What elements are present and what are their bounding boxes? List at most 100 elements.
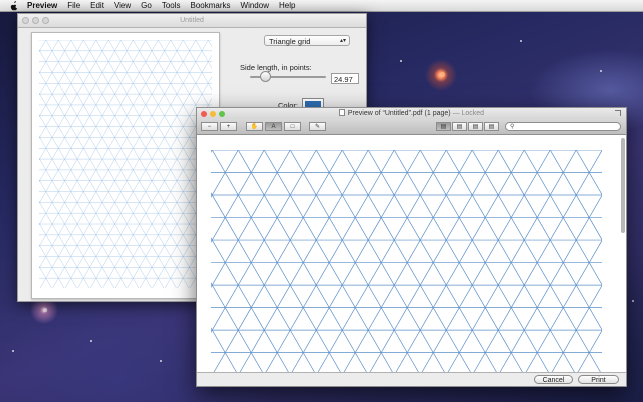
traffic-lights <box>22 17 49 24</box>
grid-line <box>237 150 368 373</box>
grid-line <box>39 265 52 288</box>
grid-line <box>471 150 602 373</box>
grid-line <box>343 150 473 373</box>
menu-bookmarks[interactable]: Bookmarks <box>191 1 231 10</box>
side-length-field[interactable]: 24.97 <box>331 73 359 84</box>
search-field[interactable]: ⚲ <box>505 122 621 131</box>
window-titlebar[interactable]: Untitled <box>18 14 366 28</box>
annotate-icon[interactable]: ✎ <box>309 122 326 131</box>
grid-line <box>39 200 90 288</box>
grid-line <box>523 150 602 286</box>
grid-line <box>39 71 165 288</box>
grid-line <box>445 150 576 373</box>
grid-line <box>265 150 395 373</box>
triangle-grid-page <box>211 150 602 373</box>
grid-type-select[interactable]: Triangle grid ▴▾ <box>264 35 350 46</box>
grid-line <box>211 282 264 373</box>
triangle-grid-lines <box>39 40 212 288</box>
grid-line <box>39 40 121 183</box>
star <box>160 360 162 362</box>
grid-line <box>525 239 602 373</box>
window-title: Preview of “Untitled”.pdf (1 page) <box>347 110 451 117</box>
menu-go[interactable]: Go <box>141 1 152 10</box>
grid-line <box>39 40 109 161</box>
menu-preview[interactable]: Preview <box>27 1 57 10</box>
window-titlebar[interactable]: Preview of “Untitled”.pdf (1 page) — Loc… <box>197 108 626 119</box>
grid-line <box>39 244 65 288</box>
toolbar: − + ✋ A □ ✎ ▤ ▤ ▤ ▤ ⚲ <box>197 119 626 135</box>
grid-line <box>211 327 238 373</box>
menu-tools[interactable]: Tools <box>162 1 181 10</box>
continuous-icon[interactable]: ▤ <box>468 122 483 131</box>
hand-tool-icon[interactable]: ✋ <box>246 122 263 131</box>
zoom-button[interactable] <box>219 111 225 117</box>
bottom-bar: Cancel Print <box>197 372 626 386</box>
star <box>400 60 402 62</box>
rect-select-icon[interactable]: □ <box>284 122 301 131</box>
grid-line <box>39 40 134 204</box>
grid-line <box>39 136 127 288</box>
locked-label: — Locked <box>452 110 485 117</box>
grid-line <box>317 150 447 373</box>
zoom-in-icon[interactable]: + <box>220 122 237 131</box>
single-page-icon[interactable]: ▤ <box>436 122 451 131</box>
grid-line <box>39 40 159 248</box>
star <box>520 40 522 42</box>
grid-line <box>315 150 446 373</box>
grid-line <box>289 150 420 373</box>
window-title: Untitled <box>180 17 204 24</box>
zoom-out-icon[interactable]: − <box>201 122 218 131</box>
grid-line <box>39 40 96 139</box>
close-button[interactable] <box>201 111 207 117</box>
star <box>632 300 634 302</box>
cancel-button[interactable]: Cancel <box>534 375 573 384</box>
grid-line <box>39 114 140 288</box>
minimize-button[interactable] <box>32 17 39 24</box>
grid-type-value: Triangle grid <box>269 37 311 46</box>
grid-line <box>211 150 265 243</box>
grid-line <box>447 150 577 373</box>
grid-line <box>39 92 152 288</box>
traffic-lights <box>201 111 225 117</box>
print-button[interactable]: Print <box>578 375 619 384</box>
star <box>43 308 47 312</box>
side-length-label: Side length, in points: <box>240 63 312 72</box>
grid-line <box>39 40 71 96</box>
two-page-icon[interactable]: ▤ <box>452 122 467 131</box>
star <box>12 350 14 352</box>
text-select-icon[interactable]: A <box>265 122 282 131</box>
minimize-button[interactable] <box>210 111 216 117</box>
grid-line <box>291 150 421 373</box>
apple-logo-icon[interactable] <box>9 0 19 11</box>
grid-line <box>211 237 290 373</box>
grid-line <box>39 222 77 288</box>
spread-icon[interactable]: ▤ <box>484 122 499 131</box>
grid-page-preview <box>31 32 220 299</box>
document-icon[interactable] <box>338 109 345 116</box>
grid-line <box>395 150 525 373</box>
fullscreen-icon[interactable] <box>615 110 621 116</box>
grid-line <box>497 150 602 331</box>
grid-line <box>549 150 602 241</box>
menu-file[interactable]: File <box>67 1 80 10</box>
close-button[interactable] <box>22 17 29 24</box>
grid-line <box>473 150 602 373</box>
grid-line <box>369 150 499 373</box>
menu-edit[interactable]: Edit <box>90 1 104 10</box>
grid-line <box>577 329 602 373</box>
menu-bar: Preview File Edit View Go Tools Bookmark… <box>0 0 643 12</box>
menu-window[interactable]: Window <box>241 1 269 10</box>
grid-line <box>419 150 550 373</box>
print-preview-window: Preview of “Untitled”.pdf (1 page) — Loc… <box>196 107 627 387</box>
slider-knob[interactable] <box>260 71 272 82</box>
scrollbar[interactable] <box>621 138 625 233</box>
grid-line <box>575 150 602 196</box>
triangle-grid-lines <box>211 150 602 373</box>
menu-view[interactable]: View <box>114 1 131 10</box>
menu-help[interactable]: Help <box>279 1 295 10</box>
zoom-button[interactable] <box>42 17 49 24</box>
grid-line <box>341 150 472 373</box>
document-view[interactable] <box>197 135 626 373</box>
star <box>90 340 92 342</box>
grid-line <box>39 40 59 74</box>
